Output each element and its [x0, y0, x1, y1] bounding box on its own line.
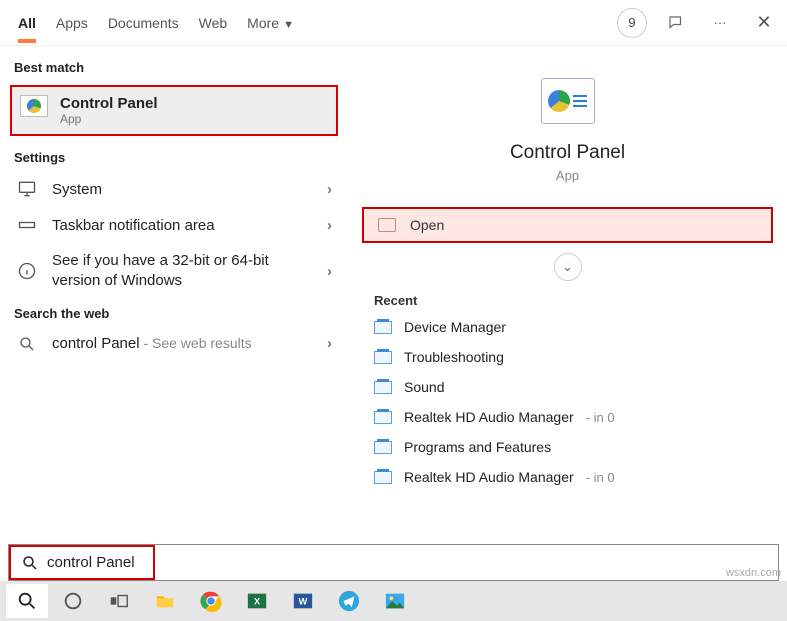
tab-more-label: More	[247, 15, 279, 31]
settings-item-label: System	[52, 181, 313, 198]
recent-item-label: Troubleshooting	[404, 349, 504, 365]
preview-pane: Control Panel App Open ⌄ Recent Device M…	[348, 46, 787, 544]
search-icon	[16, 335, 38, 353]
tab-web[interactable]: Web	[189, 3, 238, 43]
tab-all[interactable]: All	[8, 3, 46, 43]
monitor-icon	[16, 179, 38, 199]
tab-documents[interactable]: Documents	[98, 3, 189, 43]
chevron-down-icon: ▼	[283, 19, 294, 31]
header: All Apps Documents Web More ▼ 9 ··· ✕	[0, 0, 787, 46]
close-icon[interactable]: ✕	[749, 8, 779, 38]
search-highlight	[9, 545, 155, 580]
recent-item-label: Sound	[404, 379, 444, 395]
feedback-icon[interactable]	[661, 8, 691, 38]
recent-list: Device Manager Troubleshooting Sound Rea…	[358, 312, 777, 492]
recent-item[interactable]: Realtek HD Audio Manager - in 0	[362, 402, 773, 432]
more-icon[interactable]: ···	[705, 8, 735, 38]
recent-item[interactable]: Sound	[362, 372, 773, 402]
watermark: wsxdn.com	[726, 567, 781, 579]
expand-actions-button[interactable]: ⌄	[554, 253, 582, 281]
best-match-result[interactable]: Control Panel App	[10, 85, 338, 136]
preview-header: Control Panel App	[358, 56, 777, 201]
taskbar-explorer-icon[interactable]	[144, 584, 186, 618]
chevron-right-icon: ›	[327, 263, 332, 280]
settings-item-system[interactable]: System ›	[0, 171, 348, 207]
taskbar: X W	[0, 581, 787, 621]
web-suffix: - See web results	[140, 335, 252, 351]
search-web-label: Search the web	[0, 300, 348, 327]
main-area: Best match Control Panel App Settings Sy…	[0, 46, 787, 544]
cpl-icon	[374, 471, 392, 484]
settings-label: Settings	[0, 144, 348, 171]
settings-item-label: See if you have a 32-bit or 64-bit versi…	[52, 251, 313, 292]
web-result[interactable]: control Panel - See web results ›	[0, 327, 348, 361]
search-icon	[13, 554, 47, 572]
recent-item-label: Device Manager	[404, 319, 506, 335]
preview-sub: App	[556, 168, 579, 183]
best-match-label: Best match	[0, 54, 348, 81]
open-action[interactable]: Open	[362, 207, 773, 243]
chevron-right-icon: ›	[327, 181, 332, 198]
recent-item[interactable]: Troubleshooting	[362, 342, 773, 372]
recent-item[interactable]: Realtek HD Audio Manager - in 0	[362, 462, 773, 492]
cpl-icon	[374, 411, 392, 424]
taskbar-excel-icon[interactable]: X	[236, 584, 278, 618]
settings-item-taskbar[interactable]: Taskbar notification area ›	[0, 207, 348, 243]
control-panel-icon-large	[541, 78, 595, 124]
taskbar-chrome-icon[interactable]	[190, 584, 232, 618]
taskbar-cortana-button[interactable]	[52, 584, 94, 618]
cpl-icon	[374, 441, 392, 454]
tab-apps[interactable]: Apps	[46, 3, 98, 43]
taskbar-icon	[16, 215, 38, 235]
recent-item-label: Realtek HD Audio Manager	[404, 409, 574, 425]
open-label: Open	[410, 217, 444, 233]
settings-item-label: Taskbar notification area	[52, 217, 313, 234]
best-match-title: Control Panel	[60, 95, 158, 112]
settings-item-bitness[interactable]: See if you have a 32-bit or 64-bit versi…	[0, 243, 348, 300]
search-input[interactable]	[47, 554, 147, 571]
cpl-icon	[374, 321, 392, 334]
recent-label: Recent	[358, 285, 777, 312]
recent-item-label: Programs and Features	[404, 439, 551, 455]
recent-item-location: - in 0	[586, 410, 615, 425]
recent-item-label: Realtek HD Audio Manager	[404, 469, 574, 485]
svg-text:W: W	[299, 597, 308, 607]
taskbar-taskview-button[interactable]	[98, 584, 140, 618]
header-actions: 9 ··· ✕	[617, 8, 779, 38]
preview-title: Control Panel	[510, 142, 625, 164]
recent-item[interactable]: Programs and Features	[362, 432, 773, 462]
cpl-icon	[374, 381, 392, 394]
taskbar-word-icon[interactable]: W	[282, 584, 324, 618]
taskbar-photos-icon[interactable]	[374, 584, 416, 618]
web-result-text: control Panel - See web results	[52, 335, 313, 352]
chevron-right-icon: ›	[327, 335, 332, 352]
svg-text:X: X	[254, 597, 261, 607]
cpl-icon	[374, 351, 392, 364]
info-icon	[16, 261, 38, 281]
rewards-badge[interactable]: 9	[617, 8, 647, 38]
taskbar-search-button[interactable]	[6, 584, 48, 618]
control-panel-icon	[20, 95, 48, 117]
open-icon	[378, 218, 396, 232]
chevron-right-icon: ›	[327, 217, 332, 234]
best-match-sub: App	[60, 112, 158, 126]
web-query: control Panel	[52, 335, 140, 352]
taskbar-telegram-icon[interactable]	[328, 584, 370, 618]
header-tabs: All Apps Documents Web More ▼	[8, 3, 304, 43]
results-pane: Best match Control Panel App Settings Sy…	[0, 46, 348, 544]
recent-item[interactable]: Device Manager	[362, 312, 773, 342]
tab-more[interactable]: More ▼	[237, 3, 304, 43]
recent-item-location: - in 0	[586, 470, 615, 485]
search-bar[interactable]	[8, 544, 779, 581]
